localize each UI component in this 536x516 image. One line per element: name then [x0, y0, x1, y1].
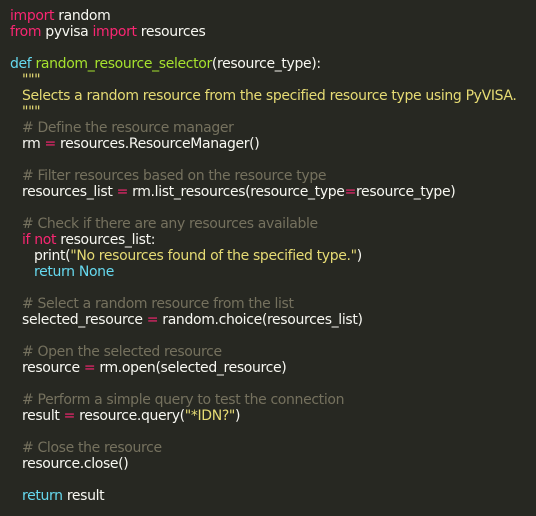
- operator: =: [112, 184, 133, 200]
- code-line-23: resource = rm.open(selected_resource): [10, 360, 536, 376]
- code-text: rm: [22, 136, 41, 152]
- code-text: random.choice(resources_list): [162, 312, 363, 328]
- string-literal: "*IDN?": [184, 408, 236, 424]
- docstring-text: Selects a random resource from the speci…: [22, 88, 517, 104]
- code-text: selected_resource: [22, 312, 143, 328]
- keyword: import: [10, 8, 55, 24]
- code-editor[interactable]: import random from pyvisa import resourc…: [0, 0, 536, 516]
- code-text: random: [54, 8, 111, 24]
- code-line-9: rm = resources.ResourceManager(): [10, 136, 536, 152]
- function-name: random_resource_selector: [35, 56, 213, 72]
- comment: # Define the resource manager: [22, 120, 234, 136]
- keyword: not: [34, 232, 57, 248]
- docstring-close: """: [22, 104, 41, 120]
- code-text: (resource_type):: [211, 56, 321, 72]
- code-line-12: resources_list = rm.list_resources(resou…: [10, 184, 536, 200]
- code-line-1: import random: [10, 8, 536, 24]
- string-literal: "No resources found of the specified typ…: [70, 248, 357, 264]
- operator: =: [59, 408, 80, 424]
- comment: # Check if there are any resources avail…: [22, 216, 318, 232]
- keyword: return: [34, 264, 75, 280]
- code-text: resources: [136, 24, 206, 40]
- constant: None: [78, 264, 114, 280]
- code-text: resources.ResourceManager(): [60, 136, 260, 152]
- code-text: rm.open(selected_resource): [99, 360, 287, 376]
- code-line-2: from pyvisa import resources: [10, 24, 536, 40]
- keyword: return: [22, 488, 63, 504]
- code-line-16: print("No resources found of the specifi…: [10, 248, 536, 264]
- docstring-open: """: [22, 72, 41, 88]
- code-text: pyvisa: [41, 24, 93, 40]
- code-text: resources_list: [22, 184, 113, 200]
- code-text: rm.list_resources(resource_type: [132, 184, 345, 200]
- code-text: ): [356, 248, 362, 264]
- operator: =: [142, 312, 163, 328]
- comment: # Select a random resource from the list: [22, 296, 294, 312]
- code-line-15: if not resources_list:: [10, 232, 536, 248]
- keyword: if: [22, 232, 31, 248]
- code-line-29: resource.close(): [22, 456, 129, 472]
- comment: # Open the selected resource: [22, 344, 222, 360]
- keyword-def: def: [10, 56, 32, 72]
- code-text: print(: [34, 248, 71, 264]
- code-text: resource_type): [355, 184, 456, 200]
- code-text: result: [22, 408, 60, 424]
- operator: =: [79, 360, 100, 376]
- code-text: resource: [22, 360, 80, 376]
- comment: # Perform a simple query to test the con…: [22, 392, 345, 408]
- keyword: import: [92, 24, 137, 40]
- comment: # Close the resource: [22, 440, 162, 456]
- code-line-26: result = resource.query("*IDN?"): [10, 408, 536, 424]
- comment: # Filter resources based on the resource…: [22, 168, 327, 184]
- code-text: ): [235, 408, 241, 424]
- code-line-17: return None: [10, 264, 536, 280]
- operator: =: [40, 136, 61, 152]
- keyword: from: [10, 24, 42, 40]
- code-text: resource.query(: [79, 408, 185, 424]
- code-text: resources_list:: [56, 232, 156, 248]
- code-line-20: selected_resource = random.choice(resour…: [10, 312, 536, 328]
- operator: =: [344, 184, 357, 200]
- code-line-4: def random_resource_selector(resource_ty…: [10, 56, 536, 72]
- code-line-31: return result: [10, 488, 536, 504]
- code-text: result: [62, 488, 105, 504]
